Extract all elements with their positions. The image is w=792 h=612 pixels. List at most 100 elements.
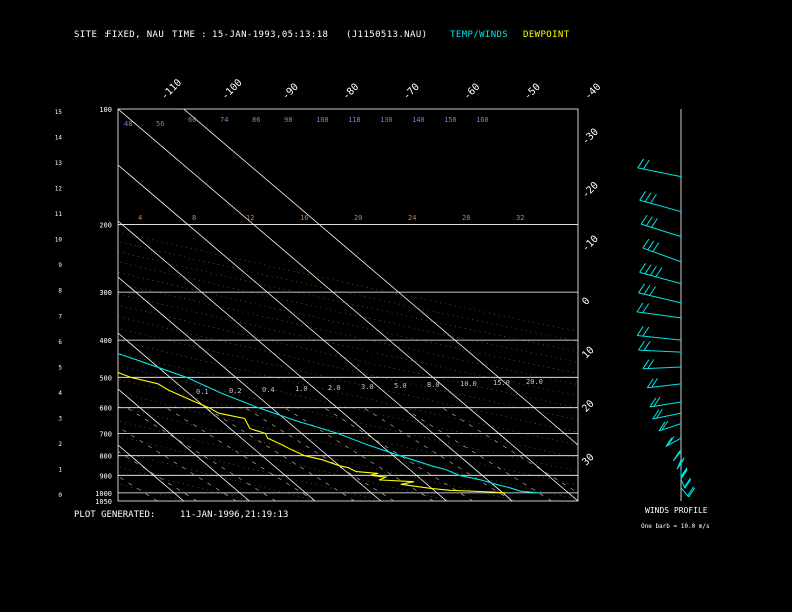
wind-barb-flag [642, 326, 650, 337]
isotherm-right-label: 0 [580, 296, 592, 308]
wind-barb-flag [638, 283, 645, 294]
wind-barb-staff [639, 271, 682, 285]
wind-barb-flag [642, 159, 650, 170]
wind-barb-staff [638, 292, 682, 304]
dry-adiabat-label: 12 [246, 214, 254, 222]
wind-barb-flag [636, 326, 644, 336]
plot-generated-label: PLOT GENERATED: [74, 510, 156, 520]
dry-adiabat-label: 8 [192, 214, 196, 222]
mixing-ratio-line [166, 407, 316, 501]
wind-barb-staff [640, 223, 682, 238]
height-tick-label: 9 [58, 262, 62, 269]
wind-barb-flag [642, 359, 650, 369]
wind-barb-flag [636, 302, 644, 313]
mixing-ratio-line [118, 475, 158, 501]
wind-barb-flag [638, 340, 645, 351]
plot-generated-value: 11-JAN-1996,21:19:13 [180, 510, 289, 520]
mixing-ratio-line [244, 407, 395, 501]
isotherm-right-label: 30 [580, 452, 596, 468]
dry-adiabat-line [118, 420, 452, 501]
height-tick-label: 15 [55, 109, 63, 116]
isotherm-top-label: -50 [522, 82, 543, 103]
mixing-ratio-line [284, 407, 434, 501]
moist-adiabat-label: 98 [284, 116, 292, 124]
height-tick-label: 6 [58, 339, 62, 346]
moist-adiabat-label: 48 [124, 120, 132, 128]
mixing-ratio-label: 0.2 [229, 387, 242, 395]
wind-barb-flag [639, 263, 647, 273]
isotherm-line [118, 388, 250, 501]
wind-barb-flag [680, 468, 688, 479]
pressure-tick-label: 600 [99, 405, 112, 413]
isotherm-top-label: -70 [401, 82, 422, 103]
isotherm-line [183, 109, 578, 446]
pressure-tick-label: 400 [99, 337, 112, 345]
moist-adiabat-label: 56 [156, 120, 164, 128]
dry-adiabat-label: 32 [516, 214, 524, 222]
pressure-tick-label: 200 [99, 222, 112, 230]
mixing-ratio-line [363, 407, 513, 501]
wind-barb-staff [637, 334, 682, 341]
isotherm-line [118, 109, 578, 501]
isotherm-top-label: -110 [159, 77, 184, 102]
dry-adiabat-label: 4 [138, 214, 142, 222]
pressure-tick-label: 1000 [95, 490, 112, 498]
isotherm-line [118, 164, 513, 501]
wind-barb-flag [647, 240, 655, 251]
isotherm-top-label: -40 [583, 82, 604, 103]
pressure-tick-label: 900 [99, 472, 112, 480]
winds-profile-title: WINDS PROFILE [645, 506, 708, 515]
dry-adiabat-line [118, 483, 186, 501]
mixing-ratio-label: 5.0 [394, 382, 407, 390]
wind-barb-flag [644, 264, 652, 275]
moist-adiabat-label: 60 [188, 116, 196, 124]
moist-adiabat-label: 150 [444, 116, 457, 124]
dewpoint-line [118, 371, 507, 494]
mixing-ratio-line [402, 407, 552, 501]
mixing-ratio-label: 2.0 [328, 384, 341, 392]
isotherm-right-label: -20 [580, 180, 601, 201]
dry-adiabat-label: 28 [462, 214, 470, 222]
wind-barb-flag [655, 267, 663, 278]
height-tick-label: 12 [55, 186, 63, 193]
wind-barb-flag [684, 479, 692, 489]
dry-adiabat-line [118, 378, 578, 486]
height-tick-label: 8 [58, 288, 62, 295]
wind-barb-flag [643, 341, 651, 351]
height-tick-label: 2 [58, 441, 62, 448]
dry-adiabat-label: 20 [354, 214, 362, 222]
wind-barb-flag [643, 284, 651, 295]
mixing-ratio-label: 8.0 [427, 381, 440, 389]
wind-barb-flag [683, 477, 691, 488]
mixing-ratio-line [442, 407, 578, 494]
wind-barb-flag [649, 193, 657, 204]
dry-adiabat-label: 24 [408, 214, 416, 222]
moist-adiabat-label: 160 [476, 116, 489, 124]
pressure-tick-label: 500 [99, 374, 112, 382]
pressure-tick-label: 1050 [95, 498, 112, 506]
winds-profile-note: One barb = 10.0 m/s [641, 523, 710, 530]
height-tick-label: 3 [58, 415, 62, 422]
wind-barb-flag [644, 192, 652, 203]
isotherm-line [0, 109, 52, 501]
moist-adiabat-label: 118 [348, 116, 361, 124]
isotherm-line [118, 444, 184, 501]
isotherm-right-label: 20 [580, 398, 596, 414]
wind-barb-flag [640, 214, 648, 225]
mixing-ratio-line [118, 451, 198, 501]
wind-barb-flag [673, 450, 681, 460]
wind-barb-flag [649, 265, 657, 276]
dry-adiabat-label: 16 [300, 214, 308, 222]
wind-barb-flag [639, 191, 647, 201]
mixing-ratio-label: 3.0 [361, 383, 374, 391]
mixing-ratio-line [126, 407, 276, 501]
pressure-tick-label: 800 [99, 453, 112, 461]
height-tick-label: 10 [55, 237, 63, 244]
mixing-ratio-line [323, 407, 474, 501]
mixing-ratio-label: 15.0 [493, 379, 510, 387]
isotherm-right-label: 10 [580, 345, 596, 361]
isotherm-top-label: -80 [341, 82, 362, 103]
isotherm-right-label: -10 [580, 234, 601, 255]
moist-adiabat-label: 108 [316, 116, 329, 124]
wind-barb-staff [642, 247, 682, 263]
